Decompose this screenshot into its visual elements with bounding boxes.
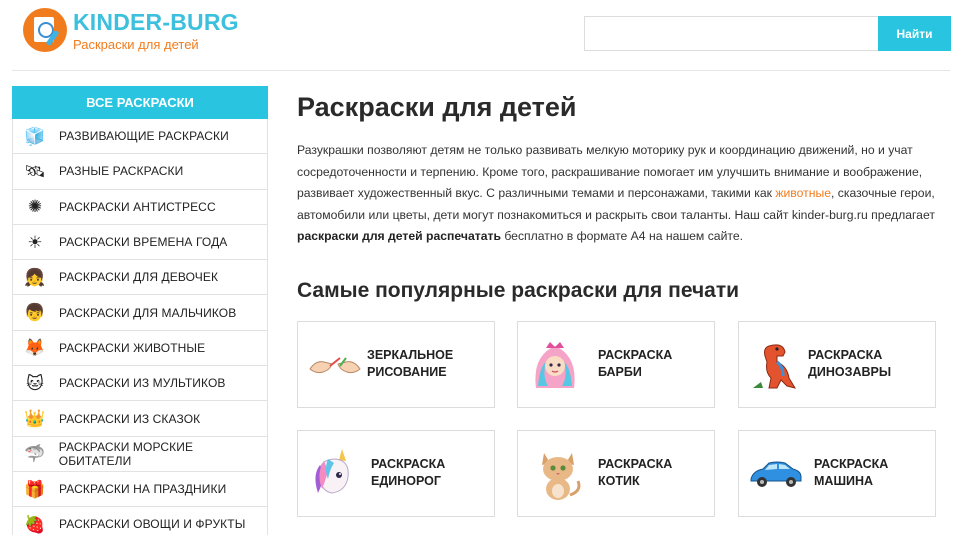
shark-icon: 🦈 (24, 444, 46, 464)
brand-name[interactable]: KINDER-BURG (73, 9, 239, 36)
logo-icon[interactable] (23, 8, 67, 52)
card-title: ЗЕРКАЛЬНОЕ РИСОВАНИЕ (367, 348, 454, 379)
card-dinosaurs[interactable]: РАСКРАСКА ДИНОЗАВРЫ (738, 321, 936, 408)
page-title: Раскраски для детей (297, 92, 577, 122)
sidebar-item-label: РАСКРАСКИ НА ПРАЗДНИКИ (59, 482, 227, 497)
search-button[interactable]: Найти (878, 16, 951, 51)
sun-icon: ☀ (27, 232, 43, 252)
mirror-hands-icon (309, 357, 361, 374)
cubes-icon: 🧊 (24, 126, 46, 146)
card-car[interactable]: РАСКРАСКА МАШИНА (738, 430, 936, 517)
cartoon-cat-icon: 🐱 (26, 373, 44, 393)
mandala-icon: ✺ (27, 197, 43, 217)
sidebar-item-label: РАСКРАСКИ ИЗ МУЛЬТИКОВ (59, 376, 226, 391)
sidebar-item-label: РАСКРАСКИ ОВОЩИ И ФРУКТЫ (59, 517, 246, 532)
sidebar-item-label: РАСКРАСКИ ВРЕМЕНА ГОДА (59, 235, 228, 250)
sidebar-item[interactable]: ☀ РАСКРАСКИ ВРЕМЕНА ГОДА (13, 225, 267, 261)
girl-icon: 👧 (24, 267, 46, 287)
sidebar-item[interactable]: 🦈 РАСКРАСКИ МОРСКИЕ ОБИТАТЕЛИ (13, 437, 267, 472)
sidebar-item[interactable]: 🛰 РАЗНЫЕ РАСКРАСКИ (13, 154, 267, 190)
main-content: Раскраски для детей Разукрашки позволяют… (297, 86, 937, 517)
category-sidebar: ВСЕ РАСКРАСКИ 🧊 РАЗВИВАЮЩИЕ РАСКРАСКИ 🛰 РАЗ… (12, 86, 268, 535)
search-input[interactable] (584, 16, 878, 51)
sidebar-item[interactable]: 🎁 РАСКРАСКИ НА ПРАЗДНИКИ (13, 472, 267, 508)
sidebar-item[interactable]: 🐱 РАСКРАСКИ ИЗ МУЛЬТИКОВ (13, 366, 267, 402)
sidebar-item[interactable]: 🍓 РАСКРАСКИ ОВОЩИ И ФРУКТЫ (13, 507, 267, 535)
card-mirror-drawing[interactable]: ЗЕРКАЛЬНОЕ РИСОВАНИЕ (297, 321, 495, 408)
sidebar-item-label: РАСКРАСКИ ДЛЯ МАЛЬЧИКОВ (59, 305, 237, 320)
site-header: KINDER-BURG Раскраски для детей Найти (0, 0, 960, 70)
sidebar-item-label: РАСКРАСКИ АНТИСТРЕСС (59, 199, 216, 214)
gift-icon: 🎁 (24, 479, 46, 499)
animals-link[interactable]: животные (775, 186, 831, 200)
sidebar-item-label: РАСКРАСКИ ЖИВОТНЫЕ (59, 340, 206, 355)
popular-section-title: Самые популярные раскраски для печати (297, 279, 740, 302)
card-barbie[interactable]: РАСКРАСКА БАРБИ (517, 321, 715, 408)
sidebar-item[interactable]: 👦 РАСКРАСКИ ДЛЯ МАЛЬЧИКОВ (13, 295, 267, 331)
sidebar-list: 🧊 РАЗВИВАЮЩИЕ РАСКРАСКИ 🛰 РАЗНЫЕ РАСКРАСКИ ✺… (12, 119, 268, 535)
crown-icon: 👑 (24, 409, 46, 429)
sidebar-title[interactable]: ВСЕ РАСКРАСКИ (12, 86, 268, 119)
card-kitten[interactable]: РАСКРАСКА КОТИК (517, 430, 715, 517)
sidebar-item[interactable]: ✺ РАСКРАСКИ АНТИСТРЕСС (13, 190, 267, 225)
sidebar-item-label: РАСКРАСКИ ДЛЯ ДЕВОЧЕК (59, 270, 219, 285)
card-title: РАСКРАСКА ЕДИНОРОГ (371, 457, 446, 488)
sidebar-item[interactable]: 👧 РАСКРАСКИ ДЛЯ ДЕВОЧЕК (13, 260, 267, 296)
satellite-icon: 🛰 (24, 161, 46, 181)
card-title: РАСКРАСКА МАШИНА (814, 457, 889, 488)
intro-paragraph: Разукрашки позволяют детям не только раз… (297, 140, 937, 248)
card-unicorn[interactable]: РАСКРАСКА ЕДИНОРОГ (297, 430, 495, 517)
strawberry-icon: 🍓 (24, 514, 46, 534)
boy-icon: 👦 (24, 303, 46, 323)
dinosaur-icon (753, 344, 797, 389)
sidebar-item-label: РАЗВИВАЮЩИЕ РАСКРАСКИ (59, 129, 229, 144)
sidebar-item[interactable]: 👑 РАСКРАСКИ ИЗ СКАЗОК (13, 401, 267, 437)
kitten-icon (542, 453, 581, 500)
header-divider (12, 70, 950, 71)
brand-tagline: Раскраски для детей (73, 37, 199, 52)
card-title: РАСКРАСКА ДИНОЗАВРЫ (808, 348, 892, 379)
sidebar-item-label: РАСКРАСКИ ИЗ СКАЗОК (59, 411, 201, 426)
sidebar-item-label: РАЗНЫЕ РАСКРАСКИ (59, 164, 184, 179)
fox-icon: 🦊 (24, 338, 46, 358)
intro-bold-text: раскраски для детей распечатать (297, 229, 501, 244)
sidebar-item-label: РАСКРАСКИ МОРСКИЕ ОБИТАТЕЛИ (58, 439, 194, 468)
card-title: РАСКРАСКА КОТИК (598, 457, 673, 488)
card-title: РАСКРАСКА БАРБИ (598, 348, 673, 379)
unicorn-icon (315, 449, 349, 494)
sidebar-item[interactable]: 🧊 РАЗВИВАЮЩИЕ РАСКРАСКИ (13, 119, 267, 155)
car-icon (750, 461, 802, 487)
barbie-icon (535, 342, 575, 388)
intro-text: бесплатно в формате А4 на нашем сайте. (500, 229, 743, 244)
sidebar-item[interactable]: 🦊 РАСКРАСКИ ЖИВОТНЫЕ (13, 331, 267, 367)
